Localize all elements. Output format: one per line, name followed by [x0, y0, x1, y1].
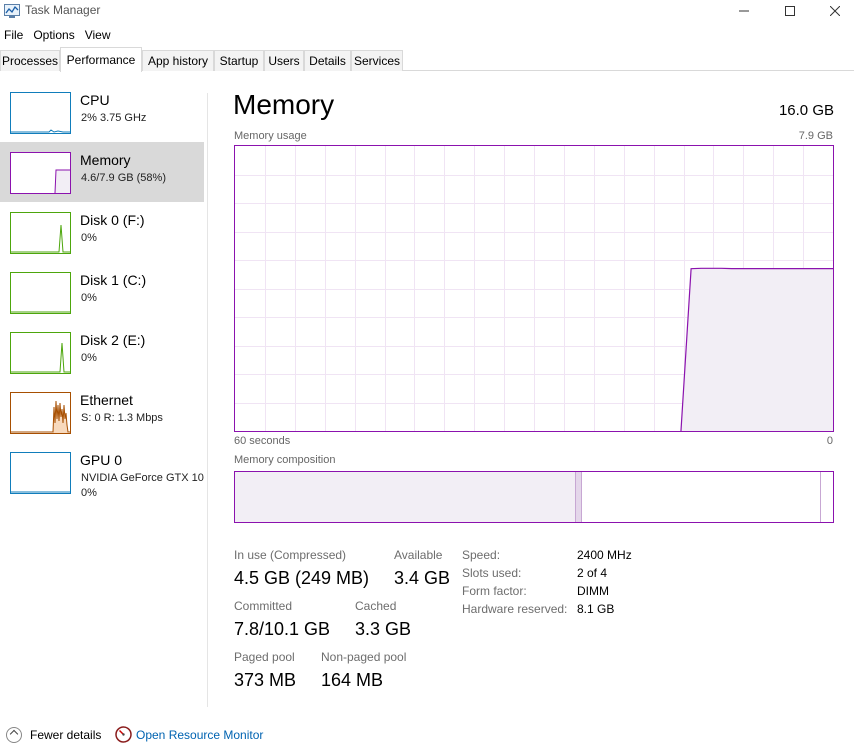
sidebar-item-ethernet[interactable]: Ethernet S: 0 R: 1.3 Mbps	[0, 382, 204, 442]
tab-performance[interactable]: Performance	[60, 47, 142, 72]
sidebar-item-value: 0%	[81, 352, 97, 364]
sidebar-item-value: 0%	[81, 292, 97, 304]
slots-used-value: 2 of 4	[577, 566, 608, 580]
time-axis-left: 60 seconds	[234, 435, 291, 447]
disk-1-thumbnail-graph	[10, 272, 71, 314]
performance-sidebar: CPU 2% 3.75 GHz Memory 4.6/7.9 GB (58%) …	[0, 82, 206, 702]
sidebar-item-value: 4.6/7.9 GB (58%)	[81, 172, 166, 184]
sidebar-item-value: S: 0 R: 1.3 Mbps	[81, 412, 163, 424]
sidebar-item-label: Disk 1 (C:)	[80, 272, 147, 288]
sidebar-item-gpu-0[interactable]: GPU 0 NVIDIA GeForce GTX 10 0%	[0, 442, 204, 502]
memory-usage-graph	[234, 145, 834, 432]
memory-composition-label: Memory composition	[234, 454, 336, 466]
cpu-thumbnail-graph	[10, 92, 71, 134]
memory-usage-max: 7.9 GB	[798, 130, 833, 142]
close-icon	[830, 6, 840, 16]
menu-options[interactable]: Options	[29, 26, 78, 46]
panel-divider	[207, 93, 208, 707]
form-factor-label: Form factor:	[462, 584, 527, 598]
in-use-value: 4.5 GB (249 MB)	[234, 568, 370, 588]
sidebar-item-value: 0%	[81, 487, 97, 499]
tab-processes[interactable]: Processes	[0, 50, 60, 71]
composition-standby	[582, 472, 821, 522]
sidebar-item-label: GPU 0	[80, 452, 123, 468]
sidebar-item-value: 2% 3.75 GHz	[81, 112, 147, 124]
hardware-reserved-label: Hardware reserved:	[462, 602, 568, 616]
committed-label: Committed	[234, 599, 293, 613]
sidebar-item-label: Memory	[80, 152, 131, 168]
tab-app-history[interactable]: App history	[142, 50, 214, 71]
memory-usage-label: Memory usage	[234, 130, 307, 142]
menu-file[interactable]: File	[0, 26, 27, 46]
paged-pool-value: 373 MB	[234, 670, 297, 690]
sidebar-item-disk-1[interactable]: Disk 1 (C:) 0%	[0, 262, 204, 322]
page-title: Memory	[233, 89, 335, 120]
task-manager-app-icon	[4, 4, 20, 18]
minimize-button[interactable]	[721, 0, 767, 22]
sidebar-item-memory[interactable]: Memory 4.6/7.9 GB (58%)	[0, 142, 204, 202]
maximize-icon	[785, 6, 795, 16]
maximize-button[interactable]	[767, 0, 813, 22]
non-paged-pool-label: Non-paged pool	[321, 650, 407, 664]
memory-usage-chart	[235, 146, 833, 431]
sidebar-item-disk-0[interactable]: Disk 0 (F:) 0%	[0, 202, 204, 262]
tab-details[interactable]: Details	[304, 50, 351, 71]
sidebar-item-label: Ethernet	[80, 392, 133, 408]
speed-value: 2400 MHz	[577, 548, 632, 562]
composition-in-use	[235, 472, 576, 522]
paged-pool-label: Paged pool	[234, 650, 295, 664]
disk-0-thumbnail-graph	[10, 212, 71, 254]
form-factor-value: DIMM	[577, 584, 609, 598]
sidebar-item-cpu[interactable]: CPU 2% 3.75 GHz	[0, 82, 204, 142]
memory-composition-bar	[234, 471, 834, 523]
sidebar-item-label: Disk 0 (F:)	[80, 212, 145, 228]
gpu-0-thumbnail-graph	[10, 452, 71, 494]
menu-view[interactable]: View	[81, 26, 115, 46]
window-title: Task Manager	[25, 3, 101, 17]
cached-label: Cached	[355, 599, 397, 613]
sidebar-item-label: CPU	[80, 92, 110, 108]
tab-startup[interactable]: Startup	[214, 50, 264, 71]
hardware-reserved-value: 8.1 GB	[577, 602, 615, 616]
available-label: Available	[394, 548, 443, 562]
time-axis-right: 0	[826, 435, 833, 447]
footer: Fewer details Open Resource Monitor	[0, 722, 854, 749]
resource-monitor-icon[interactable]	[115, 726, 132, 743]
close-button[interactable]	[812, 0, 854, 22]
memory-usage-area	[680, 268, 833, 431]
title-bar[interactable]: Task Manager	[0, 0, 854, 22]
sidebar-item-model: NVIDIA GeForce GTX 10	[81, 472, 204, 484]
chevron-up-icon[interactable]	[6, 727, 22, 743]
open-resource-monitor-link[interactable]: Open Resource Monitor	[136, 728, 263, 742]
non-paged-pool-value: 164 MB	[321, 670, 384, 690]
tab-users[interactable]: Users	[264, 50, 304, 71]
fewer-details-button[interactable]: Fewer details	[30, 728, 101, 742]
sidebar-item-disk-2[interactable]: Disk 2 (E:) 0%	[0, 322, 204, 382]
menu-bar: File Options View	[0, 26, 117, 46]
speed-label: Speed:	[462, 548, 501, 562]
committed-value: 7.8/10.1 GB	[234, 619, 331, 639]
memory-thumbnail-graph	[10, 152, 71, 194]
sidebar-item-label: Disk 2 (E:)	[80, 332, 146, 348]
disk-2-thumbnail-graph	[10, 332, 71, 374]
tab-strip: Processes Performance App history Startu…	[0, 47, 854, 72]
tab-services[interactable]: Services	[351, 50, 403, 71]
available-value: 3.4 GB	[394, 568, 451, 588]
in-use-label: In use (Compressed)	[234, 548, 347, 562]
sidebar-item-value: 0%	[81, 232, 97, 244]
total-memory: 16.0 GB	[778, 102, 834, 119]
ethernet-thumbnail-graph	[10, 392, 71, 434]
slots-used-label: Slots used:	[462, 566, 522, 580]
cached-value: 3.3 GB	[355, 619, 412, 639]
minimize-icon	[739, 10, 749, 12]
